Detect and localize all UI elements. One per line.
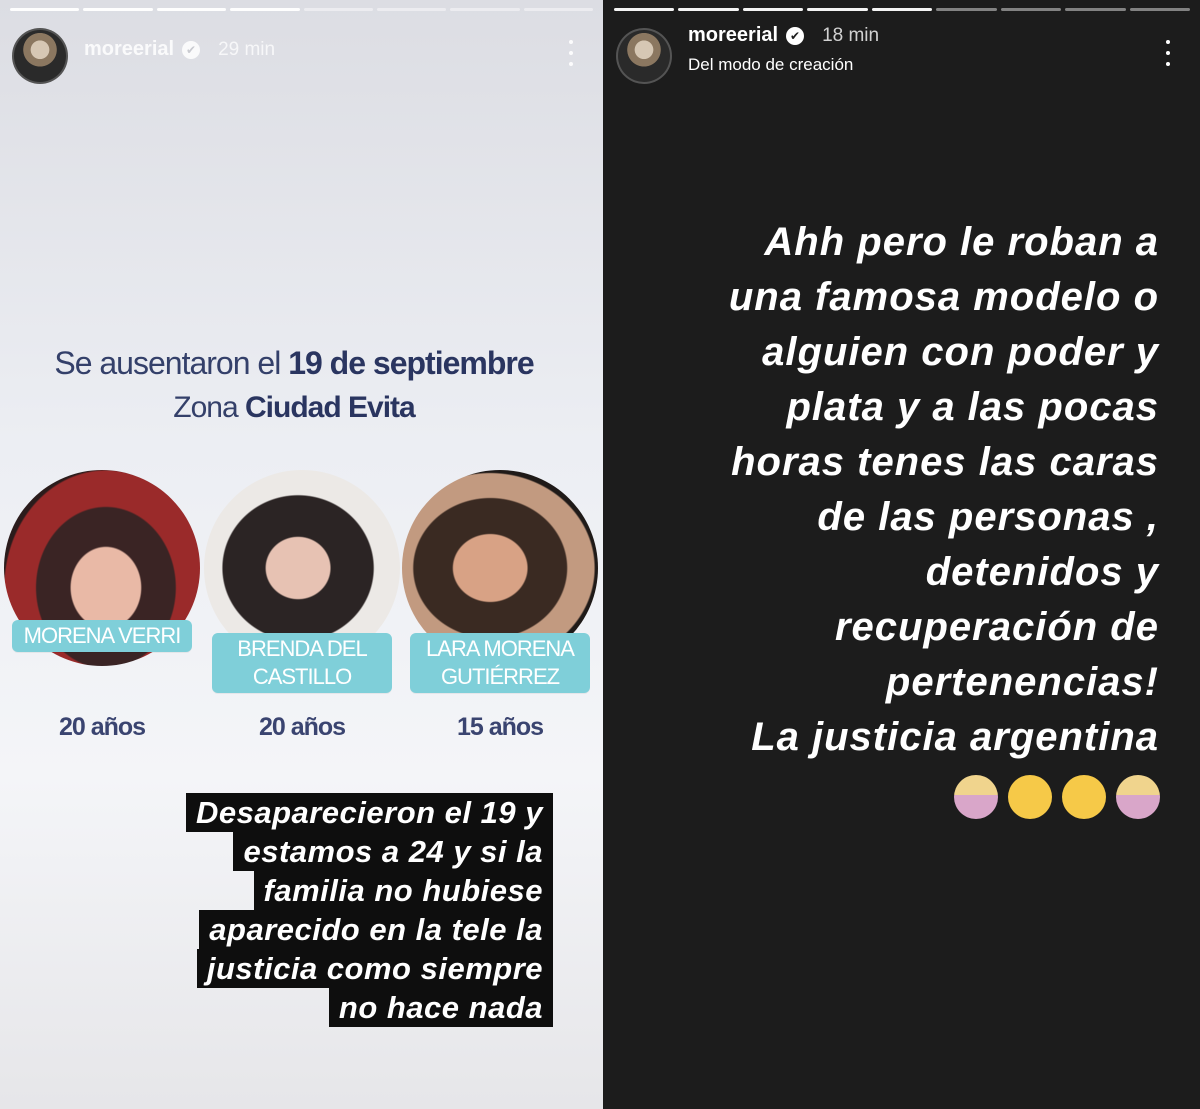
username[interactable]: moreerial [84,38,174,61]
missing-person-card: BRENDA DEL CASTILLO 20 años [204,470,400,760]
caption-line: familia no hubiese [253,871,553,910]
statement-line: una famosa modelo o [728,275,1159,319]
person-age: 20 años [258,713,346,741]
progress-segment [807,8,868,11]
username[interactable]: moreerial [688,24,778,47]
missing-persons-flyer: Se ausentaron el 19 de septiembre Zona C… [4,335,598,765]
flyer-zone-line: Zona Ciudad Evita [173,391,415,424]
statement-line: alguien con poder y [762,330,1159,374]
progress-segment [303,8,373,11]
progress-segment [83,8,153,11]
missing-person-card: MORENA VERRI 20 años [4,470,200,760]
person-age: 20 años [58,713,146,741]
story-panel-right[interactable]: moreerial ✔ 18 min Del modo de creación … [604,0,1200,1109]
post-time: 29 min [218,38,276,60]
profile-avatar[interactable] [12,28,68,84]
progress-segment [450,8,520,11]
statement-line: detenidos y [925,550,1159,594]
person-name-tag: MORENA VERRI [12,620,192,652]
progress-segment [230,8,300,11]
more-options-icon[interactable] [559,38,583,68]
woozy-face-emoji [1062,775,1106,819]
statement-line: Ahh pero le roban a [764,220,1159,264]
story-panel-left[interactable]: moreerial ✔ 29 min Se ausentaron el 19 d… [0,0,603,1109]
progress-segment [936,8,997,11]
progress-segment [1129,8,1190,11]
story-subtitle: Del modo de creación [688,55,854,74]
progress-segment [871,8,933,11]
progress-segment [614,8,675,11]
profile-avatar[interactable] [616,28,672,84]
progress-segment [742,8,804,11]
flyer-date-line: Se ausentaron el 19 de septiembre [54,345,534,381]
person-age: 15 años [456,713,544,741]
statement-line: de las personas , [817,495,1159,539]
verified-badge-icon: ✔ [182,40,201,59]
story-caption: Desaparecieron el 19 y estamos a 24 y si… [153,793,553,1027]
missing-person-card: LARA MORENA GUTIÉRREZ 15 años [402,470,598,760]
caption-line: estamos a 24 y si la [233,832,553,871]
woman-facepalming-emoji [954,775,998,819]
caption-line: justicia como siempre [196,949,553,988]
person-name-tag: BRENDA DEL CASTILLO [212,633,392,693]
post-time: 18 min [822,24,880,46]
caption-line: aparecido en la tele la [199,910,553,949]
statement-line: pertenencias! [885,660,1159,704]
statement-line: recuperación de [834,605,1159,649]
statement-line: La justicia argentina [751,715,1159,759]
story-header: moreerial ✔ 18 min Del modo de creación [616,24,1188,84]
progress-segment [376,8,447,11]
progress-segment [678,8,739,11]
zany-face-emoji [1008,775,1052,819]
more-options-icon[interactable] [1156,38,1180,68]
woman-shrugging-emoji [1116,775,1160,819]
person-name-tag: LARA MORENA GUTIÉRREZ [410,633,590,693]
story-header: moreerial ✔ 29 min [12,24,591,84]
story-progress-bar [10,8,593,11]
progress-segment [523,8,593,11]
verified-badge-icon: ✔ [786,26,805,45]
progress-segment [1000,8,1062,11]
statement-line: horas tenes las caras [731,440,1159,484]
story-text-statement: Ahh pero le roban a una famosa modelo o … [619,215,1159,765]
emoji-row [954,775,1160,819]
story-progress-bar [614,8,1190,11]
statement-line: plata y a las pocas [786,385,1159,429]
progress-segment [156,8,227,11]
caption-line: Desaparecieron el 19 y [185,793,553,832]
progress-segment [10,8,80,11]
progress-segment [1065,8,1126,11]
caption-line: no hace nada [328,988,553,1027]
